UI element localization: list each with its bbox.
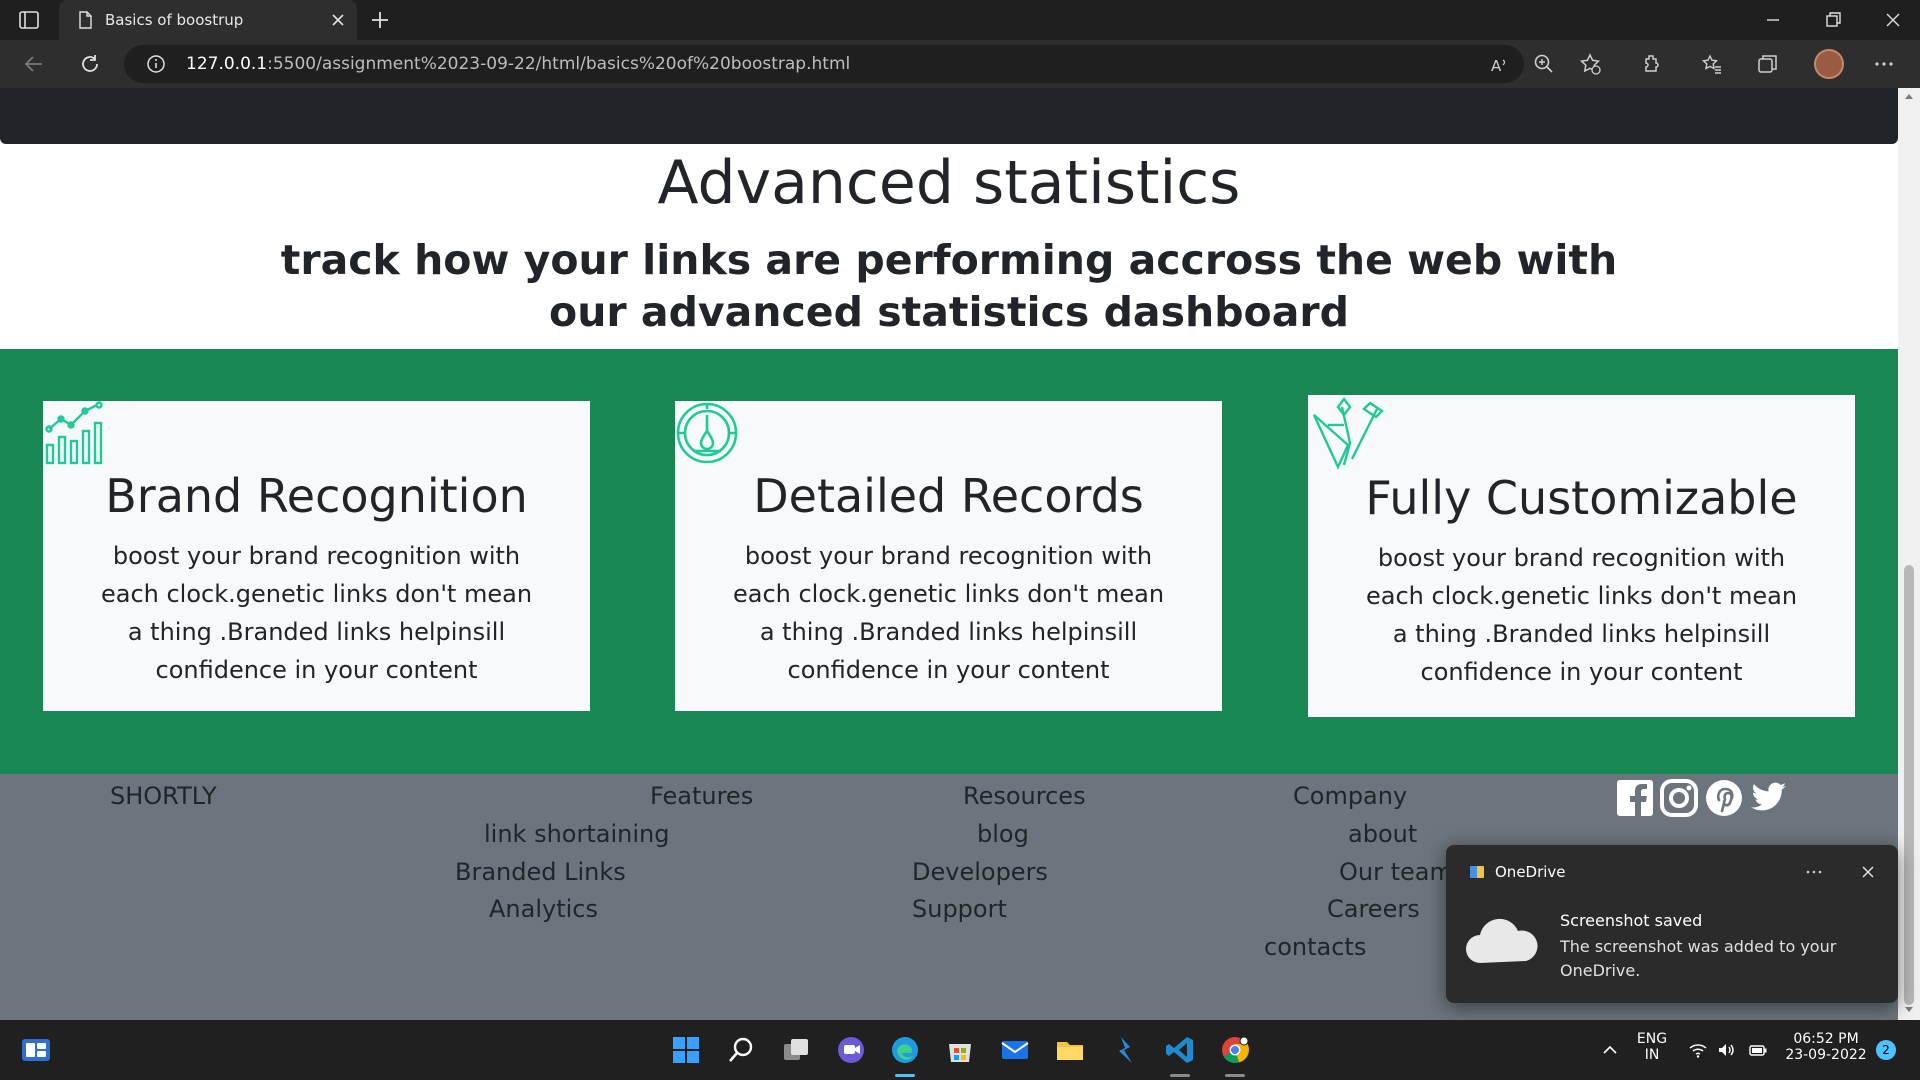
- restore-icon[interactable]: [1823, 10, 1843, 30]
- favorites-icon[interactable]: [1700, 52, 1724, 76]
- footer-link[interactable]: contacts: [1264, 933, 1366, 961]
- zoom-icon[interactable]: [1532, 52, 1556, 76]
- feature-card: Fully Customizable boost your brand reco…: [1308, 395, 1855, 717]
- footer-heading-features: Features: [650, 782, 754, 810]
- design-tools-icon: [1312, 397, 1384, 470]
- vscode-icon[interactable]: [1164, 1034, 1196, 1066]
- start-icon[interactable]: [670, 1034, 702, 1066]
- footer-heading-company: Company: [1293, 782, 1408, 810]
- instagram-icon[interactable]: [1659, 778, 1699, 818]
- page-icon: [79, 11, 92, 29]
- card-title: Brand Recognition: [105, 469, 528, 523]
- pinterest-icon[interactable]: [1704, 778, 1744, 818]
- footer-link[interactable]: blog: [977, 820, 1029, 848]
- footer-link[interactable]: link shortaining: [484, 820, 669, 848]
- cloud-icon: [1466, 918, 1538, 963]
- toast-more-icon[interactable]: [1804, 862, 1824, 882]
- features-section: Brand Recognition boost your brand recog…: [0, 349, 1898, 774]
- footer-link[interactable]: Careers: [1327, 895, 1420, 923]
- speedometer-icon: [676, 402, 738, 464]
- scroll-down-icon[interactable]: [1904, 1006, 1914, 1014]
- footer-heading-resources: Resources: [963, 782, 1086, 810]
- language-indicator[interactable]: ENG IN: [1630, 1031, 1674, 1063]
- search-icon[interactable]: [725, 1034, 757, 1066]
- notification-count-badge[interactable]: 2: [1876, 1040, 1896, 1060]
- wifi-icon[interactable]: [1688, 1040, 1708, 1060]
- page-scrollbar[interactable]: [1898, 88, 1920, 1020]
- store-icon[interactable]: [944, 1034, 976, 1066]
- page-subheading: track how your links are performing accr…: [280, 236, 1618, 336]
- chrome-icon[interactable]: [1219, 1034, 1251, 1066]
- card-title: Detailed Records: [753, 469, 1144, 523]
- card-text: boost your brand recognition with each c…: [100, 542, 533, 684]
- clock[interactable]: 06:52 PM 23-09-2022: [1780, 1031, 1872, 1063]
- scroll-thumb[interactable]: [1904, 565, 1914, 1005]
- url-field[interactable]: 127.0.0.1:5500/assignment%2023-09-22/htm…: [124, 45, 1524, 83]
- svg-text:A: A: [1491, 57, 1502, 75]
- edge-icon[interactable]: [889, 1034, 921, 1066]
- card-text: boost your brand recognition with each c…: [1365, 544, 1798, 686]
- collections-icon[interactable]: [1756, 52, 1780, 76]
- volume-icon[interactable]: [1716, 1040, 1736, 1060]
- profile-avatar[interactable]: [1814, 49, 1844, 79]
- browser-tab-bar: Basics of boostrup: [0, 0, 1920, 40]
- footer-link[interactable]: Developers: [912, 858, 1048, 886]
- widgets-icon[interactable]: [20, 1034, 52, 1066]
- file-explorer-icon[interactable]: [1054, 1034, 1086, 1066]
- tab-actions-icon[interactable]: [18, 9, 40, 31]
- power-automate-icon[interactable]: [1109, 1034, 1141, 1066]
- footer-link[interactable]: Branded Links: [455, 858, 626, 886]
- onedrive-toast[interactable]: OneDrive Screenshot saved The screenshot…: [1446, 845, 1898, 1003]
- browser-tab[interactable]: Basics of boostrup: [59, 0, 357, 40]
- footer-link[interactable]: about: [1348, 820, 1417, 848]
- footer-link[interactable]: Support: [912, 895, 1007, 923]
- chat-icon[interactable]: [835, 1034, 867, 1066]
- site-info-icon[interactable]: [146, 54, 166, 74]
- address-toolbar: 127.0.0.1:5500/assignment%2023-09-22/htm…: [0, 40, 1920, 88]
- open-app-indicator: [1225, 1074, 1245, 1077]
- toast-app-name: OneDrive: [1495, 863, 1566, 881]
- close-window-icon[interactable]: [1883, 10, 1903, 30]
- active-app-indicator: [895, 1074, 915, 1077]
- toast-title: Screenshot saved: [1560, 911, 1703, 930]
- new-tab-icon[interactable]: [368, 8, 392, 32]
- close-tab-icon[interactable]: [329, 11, 347, 29]
- card-text: boost your brand recognition with each c…: [732, 542, 1165, 684]
- facebook-icon[interactable]: [1615, 778, 1655, 818]
- page-navbar: [0, 88, 1898, 144]
- footer-link[interactable]: Analytics: [489, 895, 598, 923]
- feature-card: Detailed Records boost your brand recogn…: [675, 401, 1222, 711]
- toast-body: The screenshot was added to your OneDriv…: [1560, 937, 1837, 980]
- back-icon[interactable]: [22, 52, 46, 76]
- taskbar: ENG IN 06:52 PM 23-09-2022 2: [0, 1020, 1920, 1080]
- scroll-up-icon[interactable]: [1904, 92, 1914, 100]
- footer-brand: SHORTLY: [110, 782, 217, 810]
- reload-icon[interactable]: [78, 52, 102, 76]
- tab-title: Basics of boostrup: [105, 11, 244, 29]
- twitter-icon[interactable]: [1748, 778, 1788, 818]
- mail-icon[interactable]: [999, 1034, 1031, 1066]
- chart-growth-icon: [45, 401, 103, 465]
- battery-icon[interactable]: [1748, 1040, 1768, 1060]
- add-favorite-icon[interactable]: [1578, 52, 1602, 76]
- minimize-icon[interactable]: [1763, 10, 1783, 30]
- extensions-icon[interactable]: [1640, 52, 1664, 76]
- task-view-icon[interactable]: [780, 1034, 812, 1066]
- footer-link[interactable]: Our team: [1339, 858, 1453, 886]
- open-app-indicator: [1170, 1074, 1190, 1077]
- onedrive-app-icon: [1470, 866, 1484, 878]
- feature-card: Brand Recognition boost your brand recog…: [43, 401, 590, 711]
- url-text: 127.0.0.1:5500/assignment%2023-09-22/htm…: [186, 54, 851, 74]
- read-aloud-icon[interactable]: A: [1489, 54, 1511, 76]
- page-heading: Advanced statistics: [657, 148, 1241, 218]
- card-title: Fully Customizable: [1365, 471, 1798, 525]
- toast-close-icon[interactable]: [1859, 863, 1877, 881]
- show-hidden-icons-icon[interactable]: [1600, 1040, 1620, 1060]
- more-options-icon[interactable]: [1872, 52, 1896, 76]
